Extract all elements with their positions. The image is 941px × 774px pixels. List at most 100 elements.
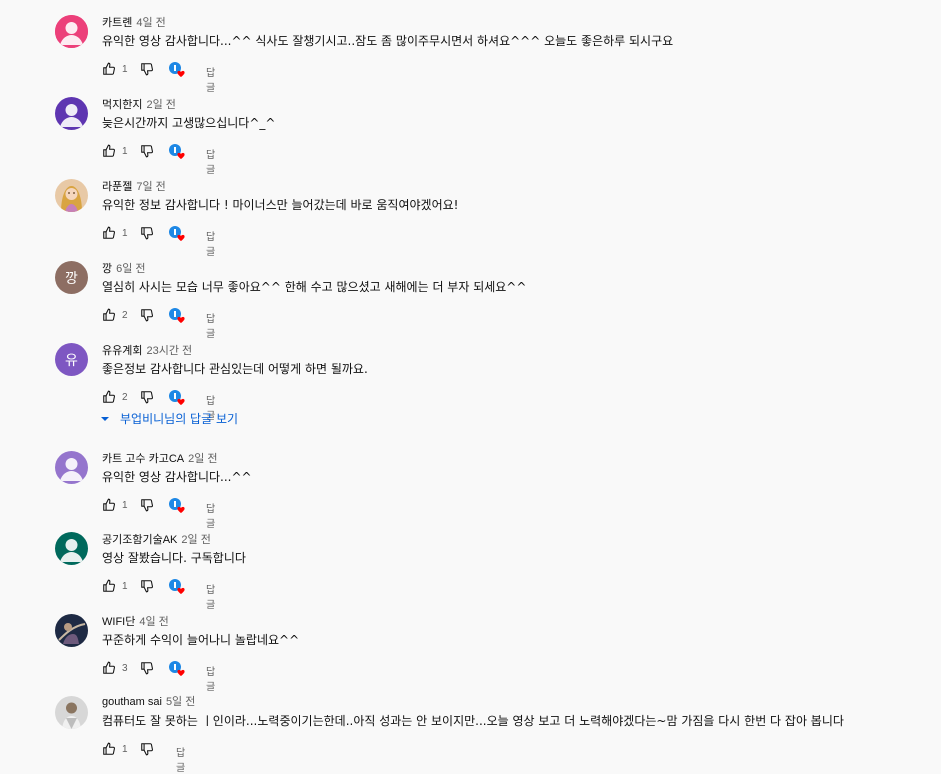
- comment-time[interactable]: 23시간 전: [146, 345, 192, 357]
- dislike-icon[interactable]: [140, 498, 154, 512]
- comment-text: 늦은시간까지 고생많으십니다^_^: [102, 116, 276, 130]
- comment-author[interactable]: 카트롄: [102, 17, 132, 29]
- avatar-letter: 유: [65, 352, 78, 369]
- creator-heart-icon: [169, 308, 187, 324]
- like-icon[interactable]: [102, 498, 116, 512]
- view-replies-button[interactable]: 부업비니님의 답글 보기: [100, 410, 238, 427]
- like-icon[interactable]: [102, 226, 116, 240]
- dislike-icon[interactable]: [140, 226, 154, 240]
- dislike-icon[interactable]: [140, 742, 154, 756]
- comment-meta: 라푼젤 7일 전: [102, 180, 166, 194]
- comment-meta: WIFI단 4일 전: [102, 615, 169, 629]
- comment-meta: 유유계회 23시간 전: [102, 344, 192, 358]
- like-count: 1: [122, 500, 128, 511]
- person-icon: [55, 97, 88, 130]
- comment-meta: 깡 6일 전: [102, 262, 146, 276]
- profile-photo-icon: [55, 179, 88, 212]
- avatar[interactable]: [55, 532, 88, 565]
- like-count: 1: [122, 581, 128, 592]
- like-icon[interactable]: [102, 308, 116, 322]
- dislike-icon[interactable]: [140, 579, 154, 593]
- comment-author[interactable]: 먹지한지: [102, 99, 142, 111]
- like-icon[interactable]: [102, 144, 116, 158]
- comment-author[interactable]: 카트 고수 카고CA: [102, 453, 184, 465]
- comment-time[interactable]: 6일 전: [116, 263, 145, 275]
- comment-author[interactable]: goutham sai: [102, 696, 162, 708]
- comment-time[interactable]: 2일 전: [181, 534, 210, 546]
- reply-button[interactable]: 답글: [176, 744, 185, 774]
- comment-time[interactable]: 4일 전: [136, 17, 165, 29]
- comment-author[interactable]: 깡: [102, 263, 112, 275]
- comment-author[interactable]: 라푼젤: [102, 181, 132, 193]
- comment-text: 유익한 정보 감사합니다 ! 마이너스만 늘어갔는데 바로 움직여야겠어요!: [102, 198, 459, 212]
- like-icon[interactable]: [102, 390, 116, 404]
- creator-heart-icon: [169, 579, 187, 595]
- dislike-icon[interactable]: [140, 390, 154, 404]
- dislike-icon[interactable]: [140, 144, 154, 158]
- comment-text: 컴퓨터도 잘 못하는 ㅣ인이라...노력중이기는한데..아직 성과는 안 보이지…: [102, 714, 844, 728]
- comment-meta: 카트롄 4일 전: [102, 16, 166, 30]
- reply-button[interactable]: 답글: [206, 663, 215, 693]
- like-icon[interactable]: [102, 62, 116, 76]
- reply-button[interactable]: 답글: [206, 228, 215, 258]
- avatar[interactable]: [55, 696, 88, 729]
- avatar[interactable]: [55, 451, 88, 484]
- avatar[interactable]: [55, 97, 88, 130]
- avatar-letter: 깡: [65, 270, 78, 287]
- comment-author[interactable]: 유유계회: [102, 345, 142, 357]
- dislike-icon[interactable]: [140, 308, 154, 322]
- comment-text: 유익한 영상 감사합니다...^^: [102, 470, 252, 484]
- creator-heart-icon: [169, 226, 187, 242]
- view-replies-label: 부업비니님의 답글 보기: [120, 412, 239, 426]
- comment-author[interactable]: 공기조함기술AK: [102, 534, 177, 546]
- comment-meta: 카트 고수 카고CA 2일 전: [102, 452, 218, 466]
- person-icon: [55, 532, 88, 565]
- comment-author[interactable]: WIFI단: [102, 616, 135, 628]
- profile-photo-icon: [55, 696, 88, 729]
- reply-button[interactable]: 답글: [206, 310, 215, 340]
- like-icon[interactable]: [102, 742, 116, 756]
- person-icon: [55, 451, 88, 484]
- reply-button[interactable]: 답글: [206, 500, 215, 530]
- comment-time[interactable]: 5일 전: [166, 696, 195, 708]
- comment-time[interactable]: 7일 전: [136, 181, 165, 193]
- comment-meta: goutham sai 5일 전: [102, 695, 195, 709]
- caret-down-icon: [101, 416, 109, 421]
- like-icon[interactable]: [102, 661, 116, 675]
- like-icon[interactable]: [102, 579, 116, 593]
- creator-heart-icon: [169, 498, 187, 514]
- person-icon: [55, 15, 88, 48]
- avatar[interactable]: [55, 15, 88, 48]
- avatar[interactable]: [55, 179, 88, 212]
- reply-button[interactable]: 답글: [206, 581, 215, 611]
- avatar[interactable]: 유: [55, 343, 88, 376]
- comment-meta: 공기조함기술AK 2일 전: [102, 533, 211, 547]
- comment-time[interactable]: 2일 전: [146, 99, 175, 111]
- like-count: 2: [122, 392, 128, 403]
- reply-button[interactable]: 답글: [206, 146, 215, 176]
- like-count: 3: [122, 663, 128, 674]
- comment-time[interactable]: 4일 전: [139, 616, 168, 628]
- comment-text: 열심히 사시는 모습 너무 좋아요^^ 한해 수고 많으셨고 새해에는 더 부자…: [102, 280, 527, 294]
- comment-meta: 먹지한지 2일 전: [102, 98, 176, 112]
- dislike-icon[interactable]: [140, 62, 154, 76]
- comment-text: 좋은정보 감사합니다 관심있는데 어떻게 하면 될까요.: [102, 362, 368, 376]
- avatar[interactable]: [55, 614, 88, 647]
- like-count: 1: [122, 146, 128, 157]
- creator-heart-icon: [169, 661, 187, 677]
- profile-photo-icon: [55, 614, 88, 647]
- like-count: 1: [122, 228, 128, 239]
- comment-text: 꾸준하게 수익이 늘어나니 놀랍네요^^: [102, 633, 300, 647]
- like-count: 2: [122, 310, 128, 321]
- comment-text: 유익한 영상 감사합니다...^^ 식사도 잘챙기시고..잠도 좀 많이주무시면…: [102, 34, 674, 48]
- comment-text: 영상 잘봤습니다. 구독합니다: [102, 551, 246, 565]
- creator-heart-icon: [169, 144, 187, 160]
- reply-button[interactable]: 답글: [206, 64, 215, 94]
- dislike-icon[interactable]: [140, 661, 154, 675]
- like-count: 1: [122, 744, 128, 755]
- avatar[interactable]: 깡: [55, 261, 88, 294]
- like-count: 1: [122, 64, 128, 75]
- creator-heart-icon: [169, 62, 187, 78]
- comment-time[interactable]: 2일 전: [188, 453, 217, 465]
- creator-heart-icon: [169, 390, 187, 406]
